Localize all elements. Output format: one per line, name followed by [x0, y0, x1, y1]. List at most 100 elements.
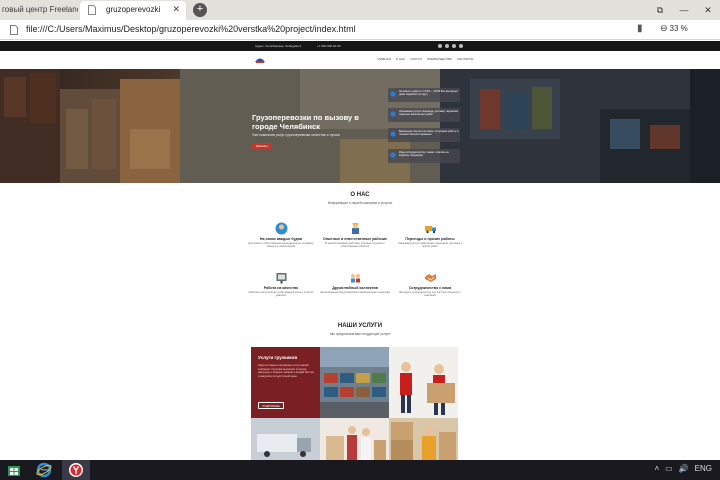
- timer-icon: [390, 131, 396, 137]
- about-item-heading: Сотрудничество с нами: [408, 286, 452, 290]
- nav-item-about[interactable]: О нас: [396, 57, 405, 61]
- window-controls: ⧉ — ✕: [648, 0, 720, 20]
- about-item-desc: В нашей компании работают опытные грузчи…: [325, 242, 385, 249]
- close-tab-icon[interactable]: ✕: [172, 4, 180, 15]
- about-item-desc: Оказываем услуги квартирных переездов, д…: [397, 242, 463, 249]
- about-item: Сотрудничество с нами Выгодное сотруднич…: [395, 271, 465, 298]
- about-item-desc: Работаем на результат чтобы каждый клиен…: [248, 291, 314, 298]
- service-tile-worker-boxes[interactable]: [389, 418, 458, 460]
- windows-taskbar: ˄ ▭ 🔊 ENG: [0, 460, 720, 480]
- whatsapp-icon[interactable]: [459, 44, 463, 48]
- battery-icon[interactable]: ▭: [665, 464, 673, 473]
- local-file-icon: [10, 25, 18, 35]
- workers-icon: [351, 223, 359, 234]
- hero-feature-card: Временные быстро на связи, отпускаем раб…: [388, 128, 460, 142]
- site-phone[interactable]: +7 900 000 00 00: [317, 44, 340, 48]
- truck-icon: [390, 111, 396, 117]
- about-item-heading: На связи каждые будни: [259, 237, 303, 241]
- about-subtitle: Информация о нашей компании и услугах: [327, 201, 393, 205]
- about-item-heading: Опытные и ответственные рабочие: [322, 237, 388, 241]
- zoom-value: 33 %: [669, 24, 688, 33]
- web-page: Адрес: Челябинская, Лебедева 4 +7 900 00…: [0, 41, 720, 460]
- hero-banner: Грузоперевозки по вызову в городе Челяби…: [0, 69, 720, 183]
- tab-freelance[interactable]: говый центр Freelanc: [0, 1, 78, 20]
- service-tile-trucks[interactable]: [251, 418, 320, 460]
- hero-feature-card: Оказываем услуги переезда, доставку пере…: [388, 108, 460, 122]
- vk-icon[interactable]: [438, 44, 442, 48]
- url-field[interactable]: file:///C:/Users/Maximus/Desktop/gruzope…: [26, 24, 356, 34]
- hero-feature-text: Рады сотрудничеству с нами, ответим на в…: [399, 151, 449, 158]
- hero-subtitle: Уже компания услуг грузоперевозки качест…: [252, 133, 340, 137]
- hero-order-button[interactable]: Заказать: [252, 143, 272, 149]
- about-item-desc: Наша команда всегда вежлива и внимательн…: [320, 291, 390, 294]
- about-item: На связи каждые будни Для связи с ответс…: [246, 222, 316, 249]
- about-title: О НАС: [350, 192, 370, 198]
- browser-tab-bar: говый центр Freelanc gruzoperevozki ✕ + …: [0, 0, 720, 20]
- hero-feature-text: Временные быстро на связи, отпускаем раб…: [399, 130, 459, 137]
- site-navbar: Главная О нас Услуги Преимущества Контак…: [0, 51, 720, 69]
- quality-board-icon: [276, 273, 286, 284]
- taskbar-yandex-app[interactable]: [62, 460, 90, 480]
- hero-feature-text: На связи с нами от с 8:00 — 18:00 Без вы…: [399, 90, 458, 97]
- nav-item-services[interactable]: Услуги: [410, 57, 422, 61]
- service-tile-containers[interactable]: [320, 347, 389, 418]
- nav-item-home[interactable]: Главная: [377, 57, 391, 61]
- about-item-heading: Переезды и прочие работы: [405, 237, 455, 241]
- minimize-icon[interactable]: —: [672, 0, 696, 20]
- operator-icon: [275, 222, 287, 235]
- store-icon: [8, 466, 20, 476]
- about-item-heading: Работа на качество: [263, 286, 299, 290]
- volume-icon[interactable]: 🔊: [679, 464, 689, 473]
- hero-title: Грузоперевозки по вызову в городе Челяби…: [252, 113, 359, 131]
- hero-feature-text: Оказываем услуги переезда, доставку пере…: [399, 110, 459, 117]
- handshake-icon: [424, 274, 436, 282]
- telegram-icon[interactable]: [452, 44, 456, 48]
- address-bar: file:///C:/Users/Maximus/Desktop/gruzope…: [0, 20, 720, 40]
- service-details-button[interactable]: ПОДРОБНЕЕ: [258, 402, 284, 409]
- nav-item-advantages[interactable]: Преимущества: [427, 57, 452, 61]
- page-icon: [88, 5, 96, 15]
- internet-explorer-icon: [36, 462, 52, 478]
- nav-menu: Главная О нас Услуги Преимущества Контак…: [377, 57, 473, 61]
- clock-icon: [390, 91, 396, 97]
- zoom-indicator[interactable]: ⊖ 33 %: [660, 23, 688, 34]
- site-logo[interactable]: [254, 55, 266, 64]
- service-tile-couple-moving[interactable]: [320, 418, 389, 460]
- service-card-movers[interactable]: Услуги грузчиков Одна из самых популярны…: [251, 347, 320, 418]
- about-item-heading: Дружелюбный коллектив: [332, 286, 378, 290]
- service-card-desc: Одна из самых популярных услуг нашей ком…: [258, 364, 314, 378]
- system-tray: ˄ ▭ 🔊 ENG: [654, 464, 712, 473]
- team-icon: [350, 274, 360, 283]
- bookmark-icon[interactable]: ▮: [637, 23, 643, 34]
- new-tab-button[interactable]: +: [193, 3, 207, 17]
- hero-feature-card: На связи с нами от с 8:00 — 18:00 Без вы…: [388, 88, 460, 102]
- services-title: НАШИ УСЛУГИ: [337, 323, 383, 329]
- yandex-browser-icon: [69, 463, 83, 477]
- restore-icon[interactable]: ⧉: [648, 0, 672, 20]
- about-item-desc: Выгодное сотрудничество для частных клие…: [399, 291, 461, 298]
- taskbar-store-app[interactable]: [0, 460, 28, 480]
- about-item: Опытные и ответственные рабочие В нашей …: [320, 222, 390, 249]
- taskbar-edge-app[interactable]: [30, 460, 58, 480]
- site-address: Адрес: Челябинская, Лебедева 4: [255, 44, 302, 48]
- about-item-desc: Для связи с ответственным менеджером по …: [248, 242, 314, 249]
- site-top-strip: Адрес: Челябинская, Лебедева 4 +7 900 00…: [0, 41, 720, 51]
- close-window-icon[interactable]: ✕: [696, 0, 720, 20]
- nav-item-contacts[interactable]: Контакты: [457, 57, 473, 61]
- tab-label: говый центр Freelanc: [2, 5, 78, 14]
- social-links: [438, 44, 463, 48]
- instagram-icon[interactable]: [445, 44, 449, 48]
- about-item: Дружелюбный коллектив Наша команда всегд…: [320, 271, 390, 294]
- tray-expand-icon[interactable]: ˄: [654, 464, 659, 473]
- handshake-icon: [390, 152, 396, 158]
- tab-label: gruzoperevozki: [106, 5, 161, 14]
- services-grid: Услуги грузчиков Одна из самых популярны…: [251, 347, 458, 460]
- about-item: Работа на качество Работаем на результат…: [246, 271, 316, 298]
- zoom-icon: ⊖: [660, 23, 668, 33]
- tab-gruzoperevozki[interactable]: gruzoperevozki ✕: [80, 1, 186, 20]
- service-card-heading: Услуги грузчиков: [258, 355, 298, 360]
- language-indicator[interactable]: ENG: [695, 464, 712, 473]
- service-tile-movers-boxes[interactable]: [389, 347, 458, 418]
- delivery-truck-icon: [424, 226, 436, 234]
- services-subtitle: Мы предлагаем вам следующие услуги: [329, 332, 391, 336]
